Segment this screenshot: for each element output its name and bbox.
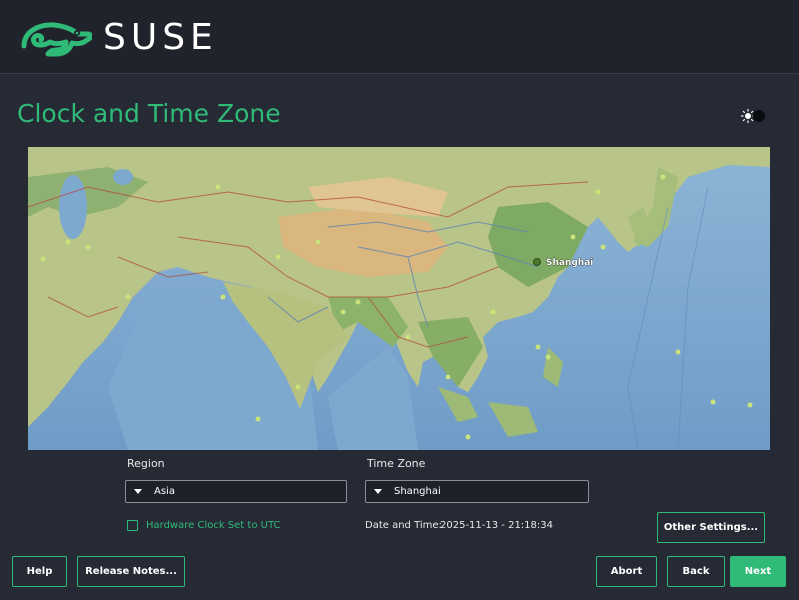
suse-chameleon-logo — [20, 20, 93, 62]
region-label: Region — [127, 457, 165, 470]
dropdown-arrow-icon — [374, 489, 382, 494]
timezone-label: Time Zone — [367, 457, 426, 470]
date-time-value: 2025-11-13 - 21:18:34 — [440, 520, 553, 531]
region-value: Asia — [154, 486, 175, 497]
selected-city-label: Shanghai — [546, 258, 593, 268]
region-select[interactable]: Asia — [125, 480, 347, 503]
next-button[interactable]: Next — [730, 556, 786, 587]
theme-toggle[interactable] — [740, 108, 766, 124]
back-button[interactable]: Back — [667, 556, 725, 587]
hwclock-utc-label[interactable]: Hardware Clock Set to UTC — [146, 519, 280, 532]
header-bar: SUSE — [0, 0, 799, 74]
abort-button[interactable]: Abort — [596, 556, 657, 587]
timezone-map[interactable]: Shanghai — [28, 147, 770, 450]
sun-icon — [740, 108, 765, 124]
release-notes-button[interactable]: Release Notes... — [77, 556, 185, 587]
dropdown-arrow-icon — [134, 489, 142, 494]
brand-name: SUSE — [103, 17, 218, 58]
date-time-label: Date and Time: — [365, 520, 442, 531]
timezone-select[interactable]: Shanghai — [365, 480, 589, 503]
help-button[interactable]: Help — [12, 556, 67, 587]
timezone-value: Shanghai — [394, 486, 441, 497]
page-title: Clock and Time Zone — [17, 99, 281, 128]
other-settings-button[interactable]: Other Settings... — [657, 512, 765, 543]
hwclock-utc-checkbox[interactable] — [127, 520, 138, 531]
